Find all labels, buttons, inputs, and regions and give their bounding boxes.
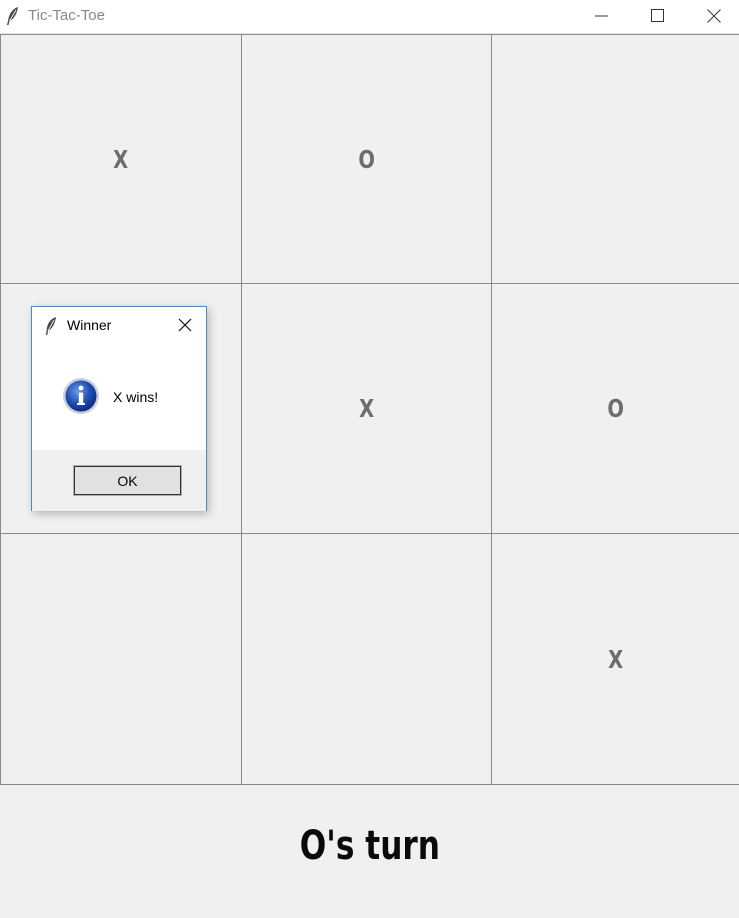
feather-icon [7, 7, 18, 25]
window-title: Tic-Tac-Toe [28, 7, 105, 24]
feather-icon [46, 317, 56, 335]
maximize-button[interactable] [630, 0, 686, 33]
dialog-footer: OK [32, 450, 206, 511]
board-cell-7[interactable] [0, 533, 242, 785]
turn-status-label: O's turn [299, 823, 440, 869]
cell-mark: X [358, 394, 375, 423]
ok-button[interactable]: OK [73, 465, 182, 496]
info-icon [63, 378, 99, 414]
board-cell-8[interactable] [241, 533, 492, 785]
close-icon [707, 9, 721, 23]
board-cell-2[interactable]: O [241, 34, 492, 284]
dialog-title: Winner [67, 317, 112, 333]
turn-status: O's turn [0, 786, 739, 918]
board-cell-3[interactable] [491, 34, 739, 284]
board-cell-1[interactable]: X [0, 34, 242, 284]
dialog-message: X wins! [113, 389, 159, 405]
cell-mark: X [607, 644, 624, 674]
cell-mark: O [607, 394, 624, 423]
winner-dialog: Winner X wins! OK [31, 306, 207, 511]
window-title-bar: Tic-Tac-Toe [0, 0, 739, 34]
close-button[interactable] [686, 0, 739, 33]
board-cell-9[interactable]: X [491, 533, 739, 785]
dialog-title-bar: Winner [32, 307, 206, 343]
board-cell-6[interactable]: O [491, 283, 739, 534]
cell-mark: O [358, 144, 375, 174]
close-icon[interactable] [177, 317, 193, 333]
minimize-icon [595, 15, 608, 17]
minimize-button[interactable] [574, 0, 630, 33]
maximize-icon [651, 9, 664, 22]
cell-mark: X [113, 144, 129, 174]
board-cell-5[interactable]: X [241, 283, 492, 534]
